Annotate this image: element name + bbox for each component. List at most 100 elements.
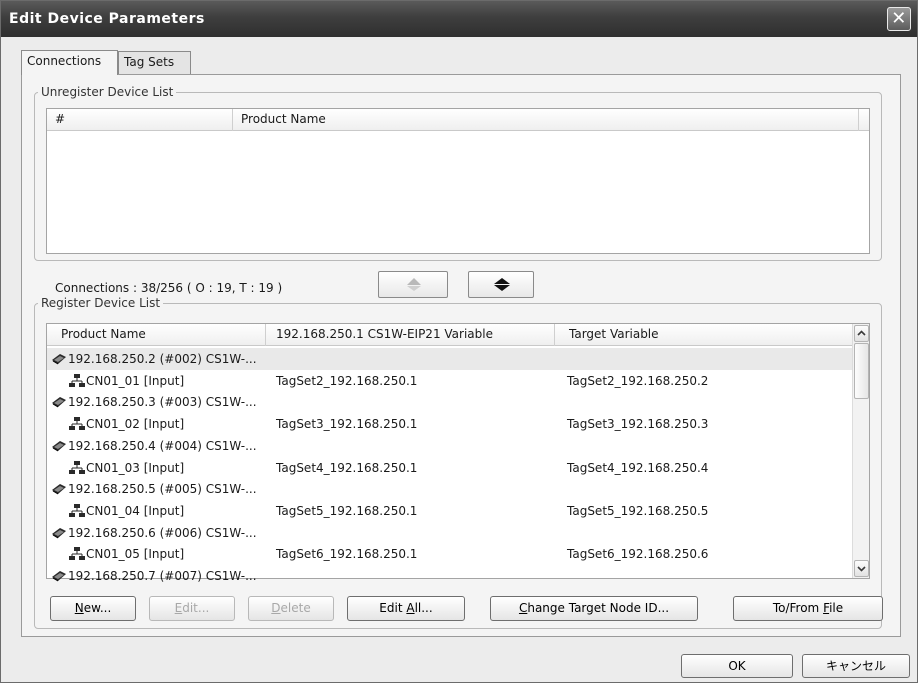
row-product-name-text: CN01_01 [Input] [86, 373, 185, 388]
register-device-list[interactable]: Product Name 192.168.250.1 CS1W-EIP21 Va… [46, 323, 870, 583]
device-icon [52, 484, 66, 495]
row-product-name-text: CN01_05 [Input] [86, 547, 185, 562]
tab-connections[interactable]: Connections [21, 50, 118, 75]
close-button[interactable]: ✕ [887, 7, 911, 31]
connection-row[interactable]: CN01_03 [Input] TagSet4_192.168.250.1 TagS… [47, 457, 853, 479]
delete-button-label: elete [280, 601, 311, 615]
column-header-product-name[interactable]: Product Name [47, 324, 266, 346]
register-device-group-label: Register Device List [41, 296, 161, 310]
edit-all-button-label-rest: ll... [414, 601, 433, 615]
connection-row[interactable]: CN01_05 [Input] TagSet6_192.168.250.1 TagS… [47, 543, 853, 565]
move-down-button[interactable] [468, 271, 534, 298]
connection-icon [69, 373, 85, 387]
device-row[interactable]: 192.168.250.3 (#003) CS1W-... [47, 391, 853, 413]
row-target-variable: TagSet3_192.168.250.3 [567, 417, 709, 432]
row-product-name-text: 192.168.250.2 (#002) CS1W-... [68, 352, 257, 366]
device-icon [52, 571, 66, 582]
connection-row[interactable]: CN01_04 [Input] TagSet5_192.168.250.1 TagS… [47, 500, 853, 522]
row-product-name-text: 192.168.250.3 (#003) CS1W-... [68, 395, 257, 410]
connection-icon [69, 460, 85, 474]
unregister-device-group-label: Unregister Device List [41, 85, 174, 99]
connection-icon [69, 417, 85, 431]
move-up-button[interactable] [378, 271, 448, 298]
chevron-up-icon [857, 330, 866, 336]
connections-tab-panel: Unregister Device List # Product Name Co… [21, 74, 901, 637]
to-from-file-button[interactable]: To/From File [733, 596, 883, 621]
unregister-device-list[interactable]: # Product Name [46, 108, 870, 254]
edit-all-button-label: Edit [379, 601, 407, 615]
chevron-down-icon [857, 566, 866, 572]
scroll-down-button[interactable] [854, 560, 869, 577]
row-product-name-text: 192.168.250.5 (#005) CS1W-... [68, 482, 257, 497]
column-header-originator-variable[interactable]: 192.168.250.1 CS1W-EIP21 Variable [266, 324, 555, 346]
window-title: Edit Device Parameters [9, 11, 205, 27]
delete-button-mnemonic: D [271, 601, 281, 615]
row-product-name: 192.168.250.5 (#005) CS1W-... [51, 478, 257, 500]
row-originator-variable: TagSet2_192.168.250.1 [276, 373, 418, 388]
column-header-product-name[interactable]: Product Name [233, 109, 859, 131]
row-product-name: 192.168.250.3 (#003) CS1W-... [51, 391, 257, 413]
row-target-variable: TagSet5_192.168.250.5 [567, 503, 709, 518]
to-from-file-button-label-rest: ile [829, 601, 844, 615]
row-originator-variable: TagSet5_192.168.250.1 [276, 503, 418, 518]
device-row[interactable]: 192.168.250.6 (#006) CS1W-... [47, 522, 853, 544]
tab-tag-sets[interactable]: Tag Sets [118, 51, 191, 74]
vertical-scrollbar[interactable] [852, 324, 869, 578]
scroll-up-button[interactable] [854, 325, 869, 342]
row-originator-variable: TagSet4_192.168.250.1 [276, 460, 418, 475]
row-product-name-text: CN01_02 [Input] [86, 417, 185, 432]
register-list-header: Product Name 192.168.250.1 CS1W-EIP21 Va… [47, 324, 853, 346]
row-product-name-text: CN01_04 [Input] [86, 503, 185, 518]
row-originator-variable: TagSet6_192.168.250.1 [276, 547, 418, 562]
row-product-name: CN01_01 [Input] [69, 370, 184, 392]
column-header-number[interactable]: # [47, 109, 233, 131]
row-product-name: 192.168.250.4 (#004) CS1W-... [51, 435, 257, 457]
edit-device-parameters-dialog: Edit Device Parameters ✕ Connections Tag… [0, 0, 918, 683]
connections-count: Connections : 38/256 ( O : 19, T : 19 ) [55, 281, 283, 295]
arrow-down-icon [494, 278, 510, 291]
row-product-name: 192.168.250.7 (#007) CS1W-... [51, 565, 257, 587]
row-product-name-text: CN01_03 [Input] [86, 460, 185, 475]
connection-icon [69, 547, 85, 561]
unregister-list-header: # Product Name [47, 109, 869, 131]
title-bar: Edit Device Parameters ✕ [1, 1, 917, 37]
row-product-name-text: 192.168.250.4 (#004) CS1W-... [68, 438, 257, 453]
change-target-node-id-button[interactable]: Change Target Node ID... [490, 596, 698, 621]
row-target-variable: TagSet6_192.168.250.6 [567, 547, 709, 562]
ok-button[interactable]: OK [681, 654, 793, 678]
connection-icon [69, 503, 85, 517]
new-button[interactable]: New... [50, 596, 136, 621]
row-product-name-text: 192.168.250.6 (#006) CS1W-... [68, 525, 257, 540]
device-icon [52, 440, 66, 452]
to-from-file-button-label: To/From [772, 601, 824, 615]
device-icon [52, 397, 66, 408]
edit-button[interactable]: Edit... [149, 596, 235, 621]
change-target-button-label: hange Target Node ID... [527, 601, 670, 615]
device-icon [52, 527, 66, 539]
new-button-label: ew... [83, 601, 112, 615]
row-originator-variable: TagSet3_192.168.250.1 [276, 417, 418, 432]
scroll-thumb[interactable] [854, 343, 869, 399]
edit-button-label: dit... [182, 601, 210, 615]
row-product-name: CN01_04 [Input] [69, 500, 184, 522]
column-header-target-variable[interactable]: Target Variable [555, 324, 853, 346]
row-product-name: CN01_03 [Input] [69, 457, 184, 479]
row-product-name: 192.168.250.6 (#006) CS1W-... [51, 522, 257, 544]
row-product-name: CN01_02 [Input] [69, 413, 184, 435]
device-row[interactable]: 192.168.250.2 (#002) CS1W-... [47, 348, 853, 370]
row-target-variable: TagSet4_192.168.250.4 [567, 460, 709, 475]
connection-row[interactable]: CN01_01 [Input] TagSet2_192.168.250.1 TagS… [47, 370, 853, 392]
edit-all-button[interactable]: Edit All... [347, 596, 465, 621]
new-button-mnemonic: N [74, 601, 84, 615]
arrow-up-icon [407, 278, 421, 291]
edit-all-button-mnemonic: A [406, 601, 415, 615]
delete-button[interactable]: Delete [248, 596, 334, 621]
cancel-button[interactable]: キャンセル [802, 654, 910, 678]
connection-row[interactable]: CN01_02 [Input] TagSet3_192.168.250.1 TagS… [47, 413, 853, 435]
device-row[interactable]: 192.168.250.5 (#005) CS1W-... [47, 478, 853, 500]
row-target-variable: TagSet2_192.168.250.2 [567, 373, 709, 388]
device-icon [52, 354, 66, 365]
device-row[interactable]: 192.168.250.4 (#004) CS1W-... [47, 435, 853, 457]
row-product-name-text: 192.168.250.7 (#007) CS1W-... [68, 569, 257, 583]
device-row[interactable]: 192.168.250.7 (#007) CS1W-... [47, 565, 853, 587]
